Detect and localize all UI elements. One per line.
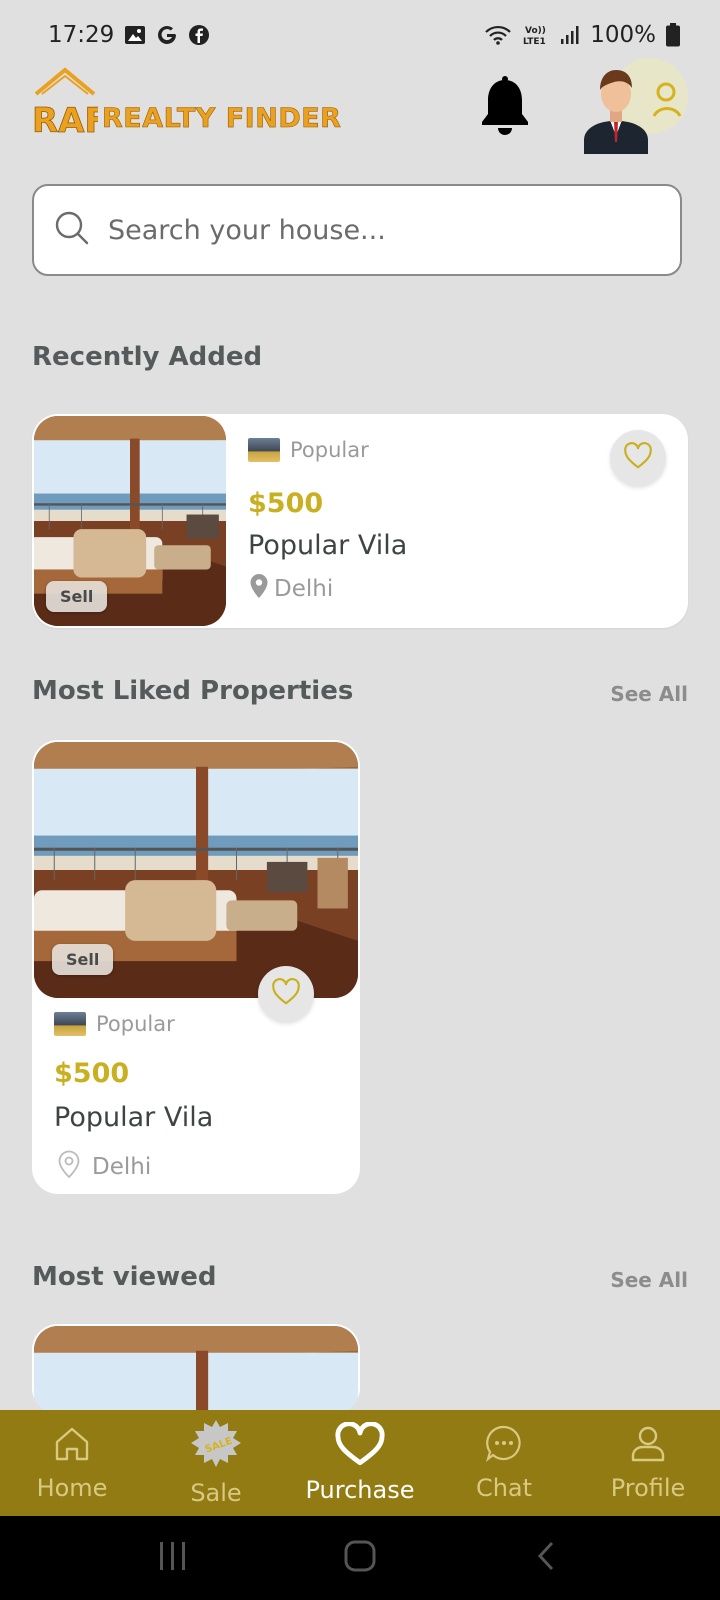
back-icon[interactable] bbox=[530, 1539, 564, 1577]
volte-icon: Vo)) LTE1 bbox=[522, 23, 550, 47]
see-all-most-liked[interactable]: See All bbox=[610, 682, 688, 706]
see-all-most-viewed[interactable]: See All bbox=[610, 1268, 688, 1292]
gallery-icon bbox=[124, 24, 146, 46]
property-name: Popular Vila bbox=[54, 1102, 214, 1133]
location: Delhi bbox=[250, 574, 333, 604]
battery-icon bbox=[666, 23, 680, 47]
search-icon bbox=[54, 210, 90, 250]
location-pin-outline-icon bbox=[58, 1150, 80, 1184]
sale-badge-icon: SALE bbox=[189, 1419, 243, 1475]
section-title-most-liked: Most Liked Properties bbox=[32, 676, 354, 706]
nav-sale-label: Sale bbox=[190, 1479, 242, 1507]
svg-text:Vo)): Vo)) bbox=[525, 26, 546, 36]
building-thumbnail-icon bbox=[54, 1012, 86, 1036]
app-logo[interactable]: RAF REALTY FINDER bbox=[32, 66, 341, 136]
building-thumbnail-icon bbox=[248, 438, 280, 462]
nav-chat[interactable]: Chat bbox=[432, 1410, 576, 1516]
property-photo: Sell bbox=[34, 742, 358, 998]
app-header: RAF REALTY FINDER bbox=[32, 58, 704, 162]
property-photo: Sell bbox=[34, 416, 226, 626]
property-name: Popular Vila bbox=[248, 530, 408, 561]
chat-icon bbox=[484, 1424, 524, 1470]
google-icon bbox=[156, 24, 178, 46]
section-title-most-viewed: Most viewed bbox=[32, 1262, 217, 1292]
location-pin-icon bbox=[250, 574, 268, 604]
svg-text:LTE1: LTE1 bbox=[523, 37, 546, 47]
location: Delhi bbox=[58, 1150, 151, 1184]
user-avatar-icon bbox=[584, 70, 682, 154]
price: $500 bbox=[54, 1058, 130, 1089]
avatar[interactable] bbox=[584, 58, 694, 154]
battery-percent: 100% bbox=[590, 22, 656, 48]
nav-home[interactable]: Home bbox=[0, 1410, 144, 1516]
sell-badge: Sell bbox=[46, 581, 108, 612]
favorite-button[interactable] bbox=[610, 430, 666, 486]
person-icon bbox=[628, 1424, 668, 1470]
clock: 17:29 bbox=[48, 22, 115, 48]
nav-home-label: Home bbox=[36, 1474, 108, 1502]
notification-bell-icon[interactable] bbox=[478, 76, 532, 142]
home-icon bbox=[52, 1424, 92, 1470]
svg-text:RAF: RAF bbox=[32, 101, 98, 136]
popular-tag: Popular bbox=[248, 438, 369, 462]
facebook-icon bbox=[188, 24, 210, 46]
signal-icon bbox=[560, 25, 580, 45]
heart-icon bbox=[333, 1421, 387, 1472]
favorite-button[interactable] bbox=[258, 966, 314, 1022]
nav-profile-label: Profile bbox=[610, 1474, 686, 1502]
viewed-property-card[interactable] bbox=[32, 1324, 360, 1414]
nav-chat-label: Chat bbox=[475, 1474, 533, 1502]
recent-property-card[interactable]: Sell Popular $500 Popular Vila Delhi bbox=[32, 414, 688, 628]
popular-tag: Popular bbox=[54, 1012, 175, 1036]
nav-profile[interactable]: Profile bbox=[576, 1410, 720, 1516]
price: $500 bbox=[248, 488, 324, 519]
logo-text: REALTY FINDER bbox=[102, 103, 342, 135]
nav-purchase[interactable]: Purchase bbox=[288, 1410, 432, 1516]
section-title-recently-added: Recently Added bbox=[32, 342, 263, 372]
wifi-icon bbox=[484, 24, 512, 46]
tag-label: Popular bbox=[290, 438, 369, 462]
heart-icon bbox=[622, 440, 654, 476]
search-bar[interactable] bbox=[32, 184, 682, 276]
tag-label: Popular bbox=[96, 1012, 175, 1036]
location-label: Delhi bbox=[92, 1154, 152, 1180]
bottom-navigation: Home SALE Sale Purchase Chat Profile bbox=[0, 1410, 720, 1516]
liked-property-card[interactable]: Sell Popular $500 Popular Vila Delhi bbox=[32, 740, 360, 1194]
location-label: Delhi bbox=[274, 576, 334, 602]
heart-icon bbox=[270, 976, 302, 1012]
system-navigation-bar bbox=[0, 1516, 720, 1600]
logo-mark-icon: RAF bbox=[32, 67, 98, 136]
recent-apps-icon[interactable] bbox=[156, 1539, 190, 1577]
nav-purchase-label: Purchase bbox=[305, 1476, 415, 1504]
nav-sale[interactable]: SALE Sale bbox=[144, 1410, 288, 1516]
property-photo bbox=[34, 1326, 358, 1414]
search-input[interactable] bbox=[108, 214, 648, 246]
home-button-icon[interactable] bbox=[343, 1539, 377, 1577]
sell-badge: Sell bbox=[52, 944, 114, 975]
